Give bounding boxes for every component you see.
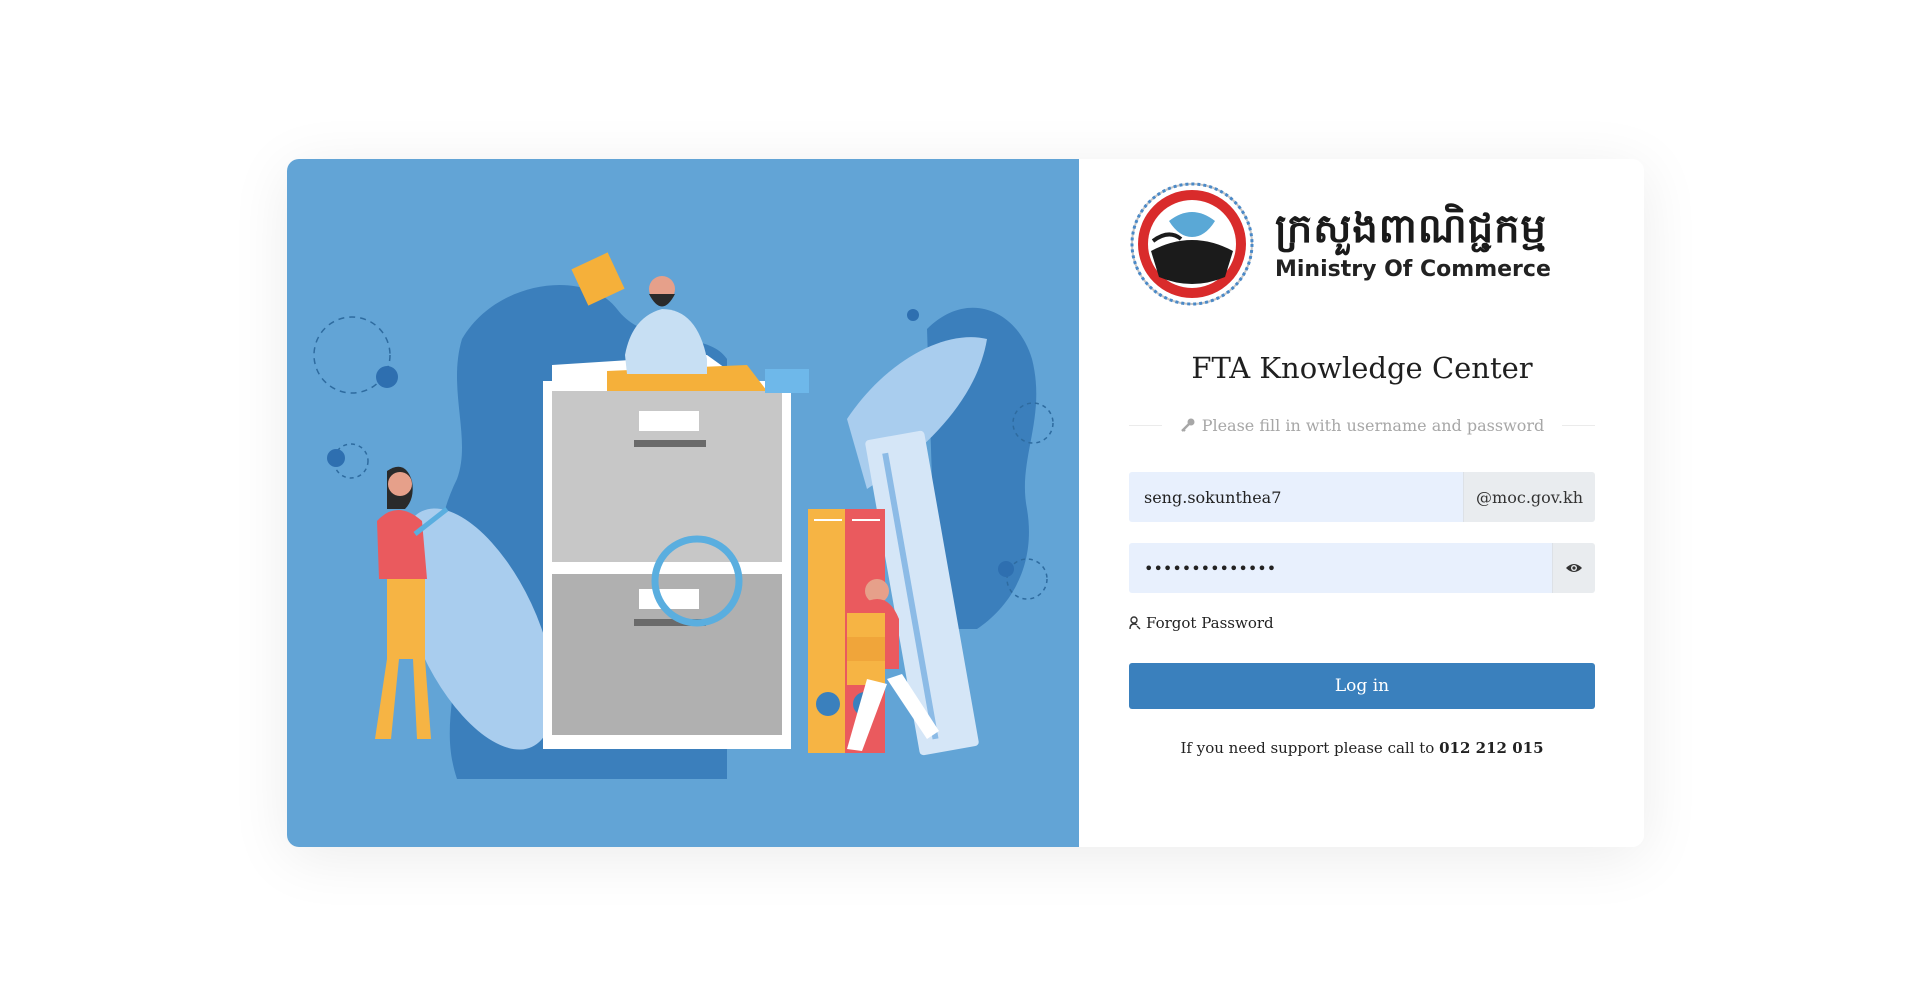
forgot-password-link[interactable]: Forgot Password bbox=[1129, 614, 1274, 632]
forgot-password-label: Forgot Password bbox=[1146, 614, 1274, 632]
support-phone: 012 212 015 bbox=[1439, 739, 1544, 757]
login-button[interactable]: Log in bbox=[1129, 663, 1595, 709]
divider-line-left bbox=[1129, 424, 1162, 426]
user-key-icon bbox=[1129, 616, 1141, 630]
khmer-ministry-name: ក្រសួងពាណិជ្ជកម្ម bbox=[1275, 206, 1547, 252]
domain-suffix: @moc.gov.kh bbox=[1463, 472, 1595, 522]
password-group bbox=[1129, 543, 1595, 593]
ministry-emblem-icon bbox=[1130, 182, 1254, 306]
instruction-hint: Please fill in with username and passwor… bbox=[1162, 416, 1563, 435]
instruction-text: Please fill in with username and passwor… bbox=[1201, 415, 1545, 435]
support-message: If you need support please call to bbox=[1180, 739, 1435, 757]
key-icon bbox=[1180, 418, 1195, 432]
page-title: FTA Knowledge Center bbox=[1191, 351, 1533, 385]
instruction-divider: Please fill in with username and passwor… bbox=[1129, 413, 1595, 437]
username-group: @moc.gov.kh bbox=[1129, 472, 1595, 522]
password-input[interactable] bbox=[1129, 543, 1552, 593]
login-card: ក្រសួងពាណិជ្ជកម្ម Ministry Of Commerce F… bbox=[287, 159, 1644, 847]
eye-icon bbox=[1566, 564, 1582, 572]
login-panel: ក្រសួងពាណិជ្ជកម្ម Ministry Of Commerce F… bbox=[1079, 159, 1644, 847]
username-input[interactable] bbox=[1129, 472, 1464, 522]
ministry-name: Ministry Of Commerce bbox=[1275, 257, 1551, 282]
ministry-logo: ក្រសួងពាណិជ្ជកម្ម Ministry Of Commerce bbox=[1129, 181, 1599, 307]
support-text: If you need support please call to 012 2… bbox=[1079, 739, 1644, 757]
office-illustration bbox=[287, 159, 1079, 847]
divider-line-right bbox=[1562, 424, 1595, 426]
show-password-button[interactable] bbox=[1552, 543, 1595, 593]
